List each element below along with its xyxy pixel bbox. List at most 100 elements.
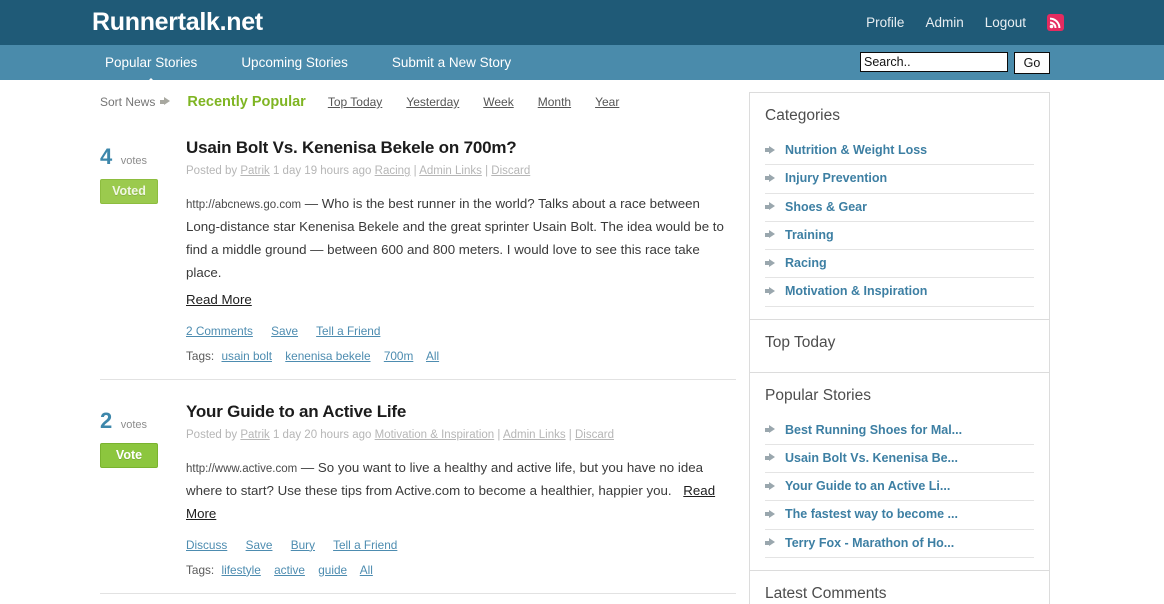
meta-separator: | <box>568 429 572 442</box>
search-input[interactable] <box>860 52 1008 72</box>
tag-link[interactable]: active <box>274 563 305 577</box>
story-admin-links[interactable]: Admin Links <box>503 429 566 441</box>
tag-link[interactable]: usain bolt <box>221 349 272 363</box>
nav-item-submit-story[interactable]: Submit a New Story <box>392 55 511 70</box>
sort-news-bar: Sort News Recently Popular Top Today Yes… <box>100 94 736 116</box>
tag-link-all[interactable]: All <box>426 349 439 363</box>
category-link[interactable]: Nutrition & Weight Loss <box>785 142 927 158</box>
vote-button[interactable]: Vote <box>100 442 158 468</box>
sort-option-recently-popular[interactable]: Recently Popular <box>187 94 305 110</box>
story-excerpt: http://www.active.com — So you want to l… <box>186 457 736 526</box>
story-action-bury[interactable]: Bury <box>291 538 315 552</box>
story-action-tell-a-friend[interactable]: Tell a Friend <box>333 538 397 552</box>
category-item[interactable]: Shoes & Gear <box>765 194 1034 222</box>
story-actions: 2 Comments Save Tell a Friend <box>186 324 736 338</box>
sort-option-week[interactable]: Week <box>483 95 513 109</box>
vote-button[interactable]: Voted <box>100 179 158 204</box>
header-link-admin[interactable]: Admin <box>925 15 963 30</box>
site-title: Runnertalk.net <box>92 8 263 36</box>
story-category-link[interactable]: Racing <box>375 165 411 177</box>
popular-story-link[interactable]: Terry Fox - Marathon of Ho... <box>785 535 954 551</box>
vote-count-label: votes <box>120 155 147 167</box>
story-action-save[interactable]: Save <box>271 324 298 338</box>
story-source-url: http://abcnews.go.com <box>186 199 302 212</box>
story-author-link[interactable]: Patrik <box>240 429 269 441</box>
read-more-link[interactable]: Read More <box>186 292 252 307</box>
meta-separator: | <box>485 165 489 178</box>
popular-story-link[interactable]: Your Guide to an Active Li... <box>785 478 950 494</box>
rss-icon[interactable] <box>1047 14 1064 31</box>
sidebar: Categories Nutrition & Weight Loss Injur… <box>749 92 1050 604</box>
sidebar-panel-top-today: Top Today <box>749 319 1050 373</box>
category-link[interactable]: Racing <box>785 255 827 271</box>
popular-story-link[interactable]: Usain Bolt Vs. Kenenisa Be... <box>785 450 958 466</box>
popular-story-item[interactable]: Usain Bolt Vs. Kenenisa Be... <box>765 445 1034 473</box>
story-actions: Discuss Save Bury Tell a Friend <box>186 538 736 552</box>
popular-story-item[interactable]: Best Running Shoes for Mal... <box>765 417 1034 445</box>
meta-separator: | <box>413 165 417 178</box>
story-title[interactable]: Your Guide to an Active Life <box>186 402 736 422</box>
story-admin-links[interactable]: Admin Links <box>419 165 482 177</box>
popular-story-item[interactable]: The fastest way to become ... <box>765 501 1034 530</box>
popular-story-item[interactable]: Terry Fox - Marathon of Ho... <box>765 530 1034 558</box>
category-link[interactable]: Shoes & Gear <box>785 199 867 215</box>
category-item[interactable]: Racing <box>765 250 1034 279</box>
category-link[interactable]: Training <box>785 227 834 243</box>
story-tags: Tags: lifestyle active guide All <box>186 563 736 577</box>
story-action-save[interactable]: Save <box>246 538 273 552</box>
category-link[interactable]: Injury Prevention <box>785 170 887 186</box>
arrow-right-icon <box>765 145 777 155</box>
categories-title: Categories <box>765 107 840 124</box>
story-body: Your Guide to an Active Life Posted by P… <box>186 402 736 577</box>
story-item: 4 votes Voted Usain Bolt Vs. Kenenisa Be… <box>100 116 736 380</box>
story-discard-link[interactable]: Discard <box>575 429 614 441</box>
popular-story-link[interactable]: The fastest way to become ... <box>785 506 958 522</box>
tag-link[interactable]: kenenisa bekele <box>285 349 370 363</box>
vote-box: 4 votes Voted <box>100 146 178 204</box>
sort-option-yesterday[interactable]: Yesterday <box>406 95 459 109</box>
tag-link-all[interactable]: All <box>360 563 373 577</box>
search-area: Go <box>860 52 1050 74</box>
arrow-right-icon <box>765 481 777 491</box>
story-action-discuss[interactable]: Discuss <box>186 538 227 552</box>
story-author-link[interactable]: Patrik <box>240 165 269 177</box>
arrow-right-icon <box>765 173 777 183</box>
story-action-tell-a-friend[interactable]: Tell a Friend <box>316 324 380 338</box>
arrow-right-icon <box>160 97 171 106</box>
story-tags: Tags: usain bolt kenenisa bekele 700m Al… <box>186 349 736 363</box>
sidebar-panel-latest-comments: Latest Comments Wonder who will win this… <box>749 570 1050 604</box>
sort-option-year[interactable]: Year <box>595 95 619 109</box>
nav-item-popular-stories[interactable]: Popular Stories <box>105 55 197 85</box>
tag-link[interactable]: lifestyle <box>221 563 260 577</box>
category-link[interactable]: Motivation & Inspiration <box>785 283 927 299</box>
story-title[interactable]: Usain Bolt Vs. Kenenisa Bekele on 700m? <box>186 138 736 158</box>
category-item[interactable]: Training <box>765 222 1034 250</box>
category-item[interactable]: Injury Prevention <box>765 165 1034 194</box>
tag-link[interactable]: guide <box>318 563 347 577</box>
vote-count: 2 <box>100 407 113 433</box>
story-action-comments[interactable]: 2 Comments <box>186 324 253 338</box>
nav-item-upcoming-stories[interactable]: Upcoming Stories <box>241 55 348 70</box>
popular-story-link[interactable]: Best Running Shoes for Mal... <box>785 422 962 438</box>
sort-news-label: Sort News <box>100 95 156 109</box>
sort-option-top-today[interactable]: Top Today <box>328 95 383 109</box>
search-go-button[interactable]: Go <box>1014 52 1050 74</box>
vote-count: 4 <box>100 144 113 169</box>
story-meta-prefix: Posted by <box>186 429 238 442</box>
story-excerpt: http://abcnews.go.com — Who is the best … <box>186 193 736 311</box>
story-source-url: http://www.active.com <box>186 463 298 476</box>
header-link-logout[interactable]: Logout <box>985 15 1026 30</box>
story-category-link[interactable]: Motivation & Inspiration <box>375 429 495 441</box>
arrow-right-icon <box>765 538 777 547</box>
category-item[interactable]: Motivation & Inspiration <box>765 278 1034 307</box>
popular-story-item[interactable]: Your Guide to an Active Li... <box>765 473 1034 502</box>
story-discard-link[interactable]: Discard <box>491 165 530 177</box>
tag-link[interactable]: 700m <box>384 349 414 363</box>
story-item: 2 votes Vote The fastest way to become a… <box>100 594 736 604</box>
latest-comments-title: Latest Comments <box>765 584 887 602</box>
sort-option-month[interactable]: Month <box>538 95 571 109</box>
header-link-profile[interactable]: Profile <box>866 15 904 30</box>
story-item: 2 votes Vote Your Guide to an Active Lif… <box>100 380 736 594</box>
story-time: 1 day 19 hours ago <box>272 165 372 178</box>
category-item[interactable]: Nutrition & Weight Loss <box>765 137 1034 166</box>
